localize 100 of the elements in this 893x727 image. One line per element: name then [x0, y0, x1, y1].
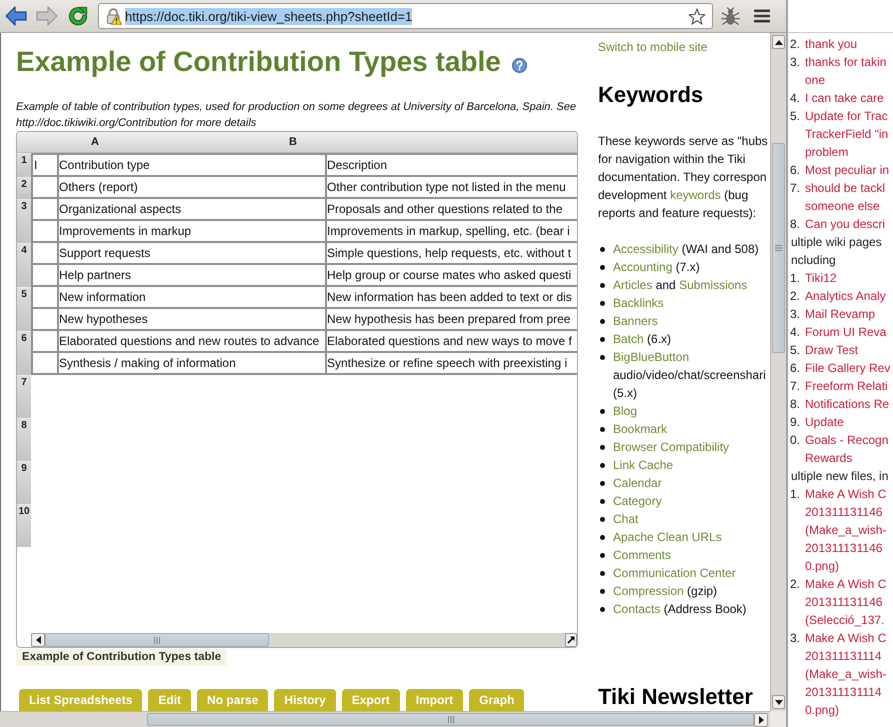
bullet-icon [600, 589, 605, 594]
activity-link[interactable]: Update for Trac TrackerField "in problem [805, 107, 888, 161]
row-header[interactable]: 6 [17, 331, 31, 375]
keyword-link[interactable]: Backlinks [613, 296, 664, 310]
row-header[interactable]: 10 [17, 504, 31, 547]
activity-link[interactable]: Can you descri [805, 215, 886, 233]
list-number: 9. [790, 414, 802, 431]
row-header[interactable]: 1 [17, 153, 31, 177]
keyword-link[interactable]: BigBlueButton [613, 350, 690, 364]
activity-link[interactable]: Most peculiar in [805, 161, 890, 179]
row-header[interactable]: 3 [17, 199, 31, 243]
bullet-icon [600, 517, 605, 522]
left-arrow-icon [36, 636, 40, 644]
keyword-link[interactable]: Chat [613, 512, 638, 526]
keyword-link[interactable]: Banners [613, 314, 658, 328]
bullet-icon [600, 427, 605, 432]
list-number: 3. [790, 54, 802, 71]
keyword-link[interactable]: Calendar [613, 476, 662, 490]
activity-link[interactable]: thank you [805, 35, 858, 53]
activity-link[interactable]: Make A Wish C 201311131114 (Make_a_wish- 201311131114 0.png) [805, 629, 886, 719]
activity-link[interactable]: Analytics Analy [805, 287, 886, 305]
bullet-icon [600, 283, 605, 288]
list-number: 4. [790, 324, 802, 341]
bullet-icon [600, 355, 605, 360]
activity-link[interactable]: Forum UI Reva [805, 323, 886, 341]
row-header[interactable]: 9 [17, 461, 31, 504]
table-cell: Others (report) [59, 177, 327, 199]
bullet-icon [600, 445, 605, 450]
table-cell: Help group or course mates who asked questi [327, 265, 577, 287]
vertical-scrollbar[interactable] [770, 33, 786, 711]
activity-link[interactable]: Goals - Recogn Rewards [805, 431, 888, 467]
sheet-scrollbar[interactable] [31, 633, 577, 647]
activity-link[interactable]: thanks for takin one [805, 53, 886, 89]
keyword-link[interactable]: Bookmark [613, 422, 668, 436]
horizontal-scrollbar[interactable] [0, 711, 770, 727]
list-number: 0. [790, 432, 802, 449]
activity-link[interactable]: I can take care [805, 89, 884, 107]
keyword-link[interactable]: Accessibility [613, 242, 678, 256]
sheet-caption: Example of Contribution Types table [16, 649, 228, 666]
list-number: 5. [790, 342, 802, 359]
activity-link[interactable]: should be tackl someone else [805, 179, 886, 215]
list-number: 3. [790, 630, 802, 647]
keyword-link[interactable]: Comments [613, 548, 672, 562]
keyword-link[interactable]: Articles [613, 278, 652, 292]
help-icon[interactable] [512, 58, 527, 72]
scrollbar-thumb[interactable] [147, 713, 754, 726]
activity-link[interactable]: Notifications Re [805, 395, 890, 413]
keyword-link[interactable]: Communication Center [613, 566, 736, 580]
row-header[interactable]: 4 [17, 243, 31, 287]
keyword-text: (6.x) [647, 332, 672, 346]
scroll-left-button[interactable] [31, 633, 45, 647]
table-cell: Elaborated questions and new ways to move f [327, 331, 577, 353]
keyword-link[interactable]: Apache Clean URLs [613, 530, 722, 544]
activity-link[interactable]: Tiki12 [805, 269, 837, 287]
activity-link[interactable]: Make A Wish C 201311131146 (Selecció_137. [805, 575, 886, 629]
activity-link[interactable]: Update [805, 413, 844, 431]
keyword-link[interactable]: Browser Compatibility [613, 440, 730, 454]
mobile-site-link[interactable]: Switch to mobile site [598, 40, 708, 54]
scroll-up-button[interactable] [772, 35, 785, 49]
scroll-down-button[interactable] [772, 695, 785, 709]
up-arrow-icon [774, 40, 782, 44]
keyword-link[interactable]: Submissions [679, 278, 748, 292]
list-number: 1. [790, 270, 802, 287]
list-number: 3. [790, 306, 802, 323]
keywords-link[interactable]: keywords [670, 188, 721, 202]
activity-link[interactable]: Draw Test [805, 341, 858, 359]
table-cell [31, 177, 59, 199]
menu-icon[interactable] [754, 9, 770, 23]
row-header[interactable]: 7 [17, 375, 31, 418]
grip-icon [448, 716, 454, 723]
bullet-icon [600, 301, 605, 306]
keyword-link[interactable]: Blog [613, 404, 638, 418]
table-cell [31, 331, 59, 353]
keyword-link[interactable]: Compression [613, 584, 684, 598]
keyword-link[interactable]: Link Cache [613, 458, 674, 472]
scrollbar-thumb[interactable] [45, 633, 269, 647]
keyword-link[interactable]: Category [613, 494, 662, 508]
keyword-link[interactable]: Batch [613, 332, 644, 346]
keyword-text: (gzip) [687, 584, 718, 598]
row-header[interactable]: 2 [17, 177, 31, 199]
star-icon[interactable] [688, 8, 706, 24]
activity-link[interactable]: Freeform Relati [805, 377, 888, 395]
activity-link[interactable]: Mail Revamp [805, 305, 876, 323]
keyword-link[interactable]: Accounting [613, 260, 672, 274]
scroll-right-button[interactable] [754, 713, 768, 727]
row-header[interactable]: 8 [17, 418, 31, 461]
address-field[interactable]: https://doc.tiki.org/tiki-view_sheets.php?sheetId=1 [98, 3, 713, 29]
column-header[interactable]: A [31, 132, 159, 152]
activity-link[interactable]: Make A Wish C 201311131146 (Make_a_wish- 201311131146 0.png) [805, 485, 886, 575]
activity-link[interactable]: File Gallery Rev [805, 359, 890, 377]
bug-icon[interactable] [721, 6, 740, 26]
list-number: 7. [790, 180, 802, 197]
bullet-icon [600, 247, 605, 252]
table-cell [31, 199, 59, 221]
scrollbar-thumb[interactable] [772, 143, 785, 353]
row-header[interactable]: 5 [17, 287, 31, 331]
table-cell: Help partners [59, 265, 327, 287]
corner-button[interactable] [565, 633, 577, 647]
column-header[interactable]: B [159, 132, 427, 152]
keyword-link[interactable]: Contacts [613, 602, 660, 616]
